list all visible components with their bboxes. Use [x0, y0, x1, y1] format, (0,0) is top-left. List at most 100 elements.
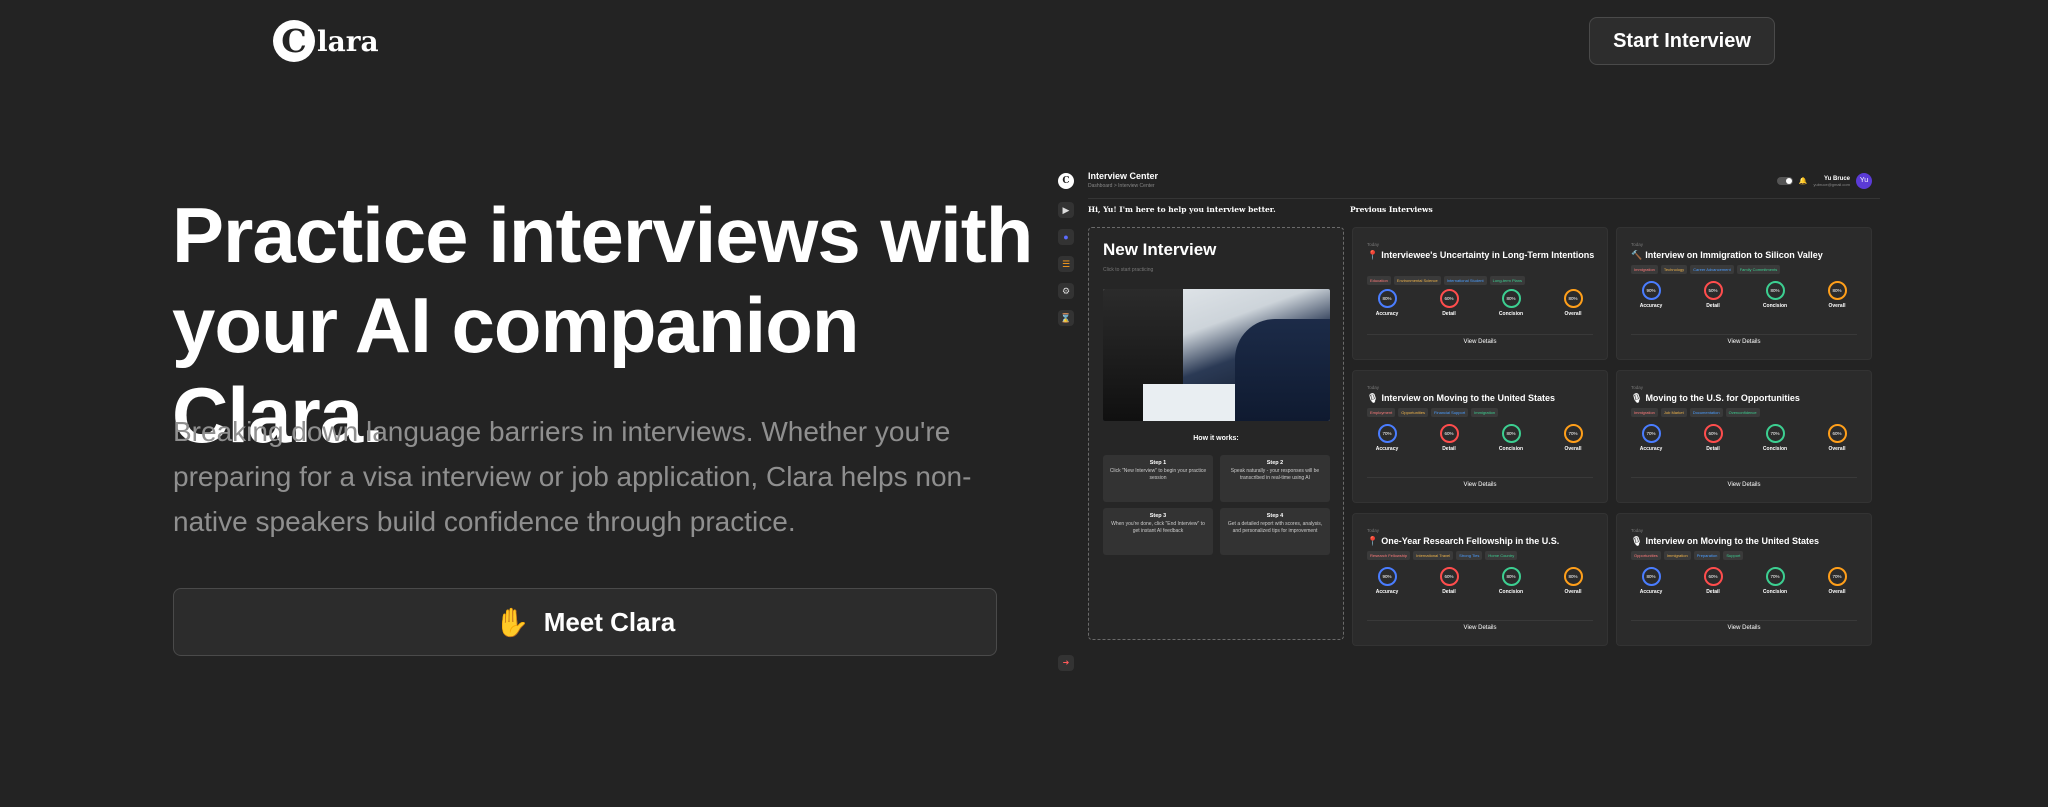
metrics-row: 80% Accuracy 60% Detail 70% Concision 70% Overa…: [1631, 567, 1857, 595]
interview-card[interactable]: Today 🔨 Interview on Immigration to Silico…: [1616, 227, 1872, 360]
stack-icon[interactable]: ☰: [1058, 256, 1074, 272]
score-ring: 80%: [1501, 424, 1521, 443]
theme-toggle[interactable]: [1776, 177, 1793, 185]
tag-list: Education Environmental Science Internatio…: [1367, 276, 1525, 285]
app-preview: C ▶ ● ☰ ⚙ ⌛ ➜ Interview Center Dashboard…: [1050, 165, 1880, 685]
interview-card[interactable]: Today 🎙 Interview on Moving to the United …: [1352, 370, 1608, 503]
metric: 60% Detail: [1431, 424, 1467, 452]
card-title-text: One-Year Research Fellowship in the U.S.: [1381, 536, 1560, 546]
previous-interviews-title: Previous Interviews: [1350, 205, 1433, 214]
card-date: Today: [1367, 528, 1380, 533]
metric: 80% Accuracy: [1369, 289, 1405, 317]
tag: Job Market: [1660, 408, 1687, 417]
view-details-button[interactable]: View Details: [1367, 620, 1593, 635]
logo-mark-icon: C: [273, 20, 315, 62]
new-interview-subtitle: Click to start practicing: [1103, 267, 1154, 273]
interview-card[interactable]: Today 🎙 Interview on Moving to the United …: [1616, 513, 1872, 646]
score-ring: 80%: [1563, 289, 1583, 308]
microphone-icon: 🎙: [1631, 536, 1643, 546]
card-date: Today: [1631, 242, 1644, 247]
metric-label: Concision: [1762, 446, 1788, 452]
score-ring: 70%: [1765, 567, 1785, 586]
card-title: 🎙 Moving to the U.S. for Opportunities: [1631, 393, 1861, 404]
tag: Immigration: [1471, 408, 1499, 417]
metric-label: Accuracy: [1639, 303, 1663, 309]
hourglass-icon[interactable]: ⌛: [1058, 310, 1074, 326]
metric: 80% Overall: [1819, 281, 1855, 309]
card-title: 🎙 Interview on Moving to the United State…: [1631, 536, 1861, 547]
bell-icon[interactable]: 🔔: [1799, 177, 1808, 185]
metric-label: Detail: [1442, 311, 1456, 317]
metric-label: Overall: [1564, 311, 1582, 317]
tag-list: Immigration Job Market Documentation Overco…: [1631, 408, 1760, 417]
avatar[interactable]: Yu: [1856, 173, 1872, 189]
metrics-row: 80% Accuracy 60% Detail 80% Concision 80% Overa…: [1367, 289, 1593, 317]
metric: 60% Detail: [1695, 424, 1731, 452]
step-title: Step 4: [1266, 513, 1284, 519]
meet-clara-button[interactable]: ✋ Meet Clara: [173, 588, 997, 656]
tag: International Student: [1443, 276, 1487, 285]
interview-card[interactable]: Today 🎙 Moving to the U.S. for Opportuniti…: [1616, 370, 1872, 503]
tag-list: Employment Opportunities Financial Support…: [1367, 408, 1499, 417]
tag: Career Advancement: [1690, 265, 1734, 274]
circle-icon[interactable]: ●: [1058, 229, 1074, 245]
video-icon[interactable]: ▶: [1058, 202, 1074, 218]
pin-icon: 📍: [1367, 536, 1379, 546]
new-interview-title: New Interview: [1103, 240, 1217, 259]
score-ring: 70%: [1765, 424, 1785, 443]
view-details-button[interactable]: View Details: [1631, 620, 1857, 635]
tag: Employment: [1367, 408, 1396, 417]
tag: Opportunities: [1631, 551, 1661, 560]
start-interview-button[interactable]: Start Interview: [1589, 17, 1775, 65]
metric: 70% Overall: [1819, 567, 1855, 595]
metric: 70% Accuracy: [1369, 424, 1405, 452]
interview-photo: [1103, 289, 1330, 421]
tag: Education: [1367, 276, 1391, 285]
view-details-button[interactable]: View Details: [1631, 334, 1857, 349]
score-ring: 90%: [1377, 567, 1397, 586]
score-ring: 50%: [1703, 281, 1723, 300]
metric: 90% Accuracy: [1369, 567, 1405, 595]
card-date: Today: [1631, 385, 1644, 390]
score-ring: 70%: [1377, 424, 1397, 443]
tag: Technology: [1660, 265, 1688, 274]
metric-label: Accuracy: [1375, 589, 1399, 595]
step-card: Step 3 When you're done, click "End Inte…: [1103, 508, 1213, 555]
view-details-button[interactable]: View Details: [1367, 334, 1593, 349]
metric-label: Accuracy: [1375, 311, 1399, 317]
metric: 60% Detail: [1431, 289, 1467, 317]
hero-title-line-1: Practice interviews with: [172, 191, 1033, 279]
metric: 70% Concision: [1757, 424, 1793, 452]
interview-card[interactable]: Today 📍 One-Year Research Fellowship in th…: [1352, 513, 1608, 646]
metric-label: Concision: [1762, 303, 1788, 309]
score-ring: 90%: [1641, 281, 1661, 300]
interview-card[interactable]: Today 📍 Interviewee's Uncertainty in Long-…: [1352, 227, 1608, 360]
clara-logo[interactable]: C lara: [273, 20, 379, 62]
app-title: Interview Center: [1088, 171, 1159, 181]
metrics-row: 70% Accuracy 60% Detail 70% Concision 60% Overa…: [1631, 424, 1857, 452]
view-details-button[interactable]: View Details: [1367, 477, 1593, 492]
tag: Long-term Plans: [1489, 276, 1525, 285]
step-title: Step 2: [1266, 460, 1284, 466]
tag-list: Opportunities Immigration Preparation Suppo…: [1631, 551, 1744, 560]
tag: Support: [1723, 551, 1744, 560]
metric-label: Accuracy: [1375, 446, 1399, 452]
pin-icon: 📍: [1367, 250, 1379, 260]
app-header: Interview Center Dashboard > Interview C…: [1088, 171, 1880, 199]
new-interview-card[interactable]: New Interview Click to start practicing …: [1088, 227, 1344, 640]
card-title-text: Interviewee's Uncertainty in Long-Term I…: [1381, 250, 1595, 260]
waving-hand-icon: ✋: [494, 606, 530, 638]
score-ring: 80%: [1501, 289, 1521, 308]
logout-icon[interactable]: ➜: [1058, 655, 1074, 671]
tag: Immigration: [1631, 408, 1658, 417]
tag: International Travel: [1413, 551, 1454, 560]
app-logo-icon[interactable]: C: [1058, 173, 1074, 189]
meet-clara-label: Meet Clara: [543, 606, 676, 637]
card-date: Today: [1367, 242, 1380, 247]
tag: Financial Support: [1431, 408, 1469, 417]
metric-label: Detail: [1706, 589, 1720, 595]
score-ring: 70%: [1641, 424, 1661, 443]
gear-icon[interactable]: ⚙: [1058, 283, 1074, 299]
view-details-button[interactable]: View Details: [1631, 477, 1857, 492]
microphone-icon: 🎙: [1367, 393, 1379, 403]
